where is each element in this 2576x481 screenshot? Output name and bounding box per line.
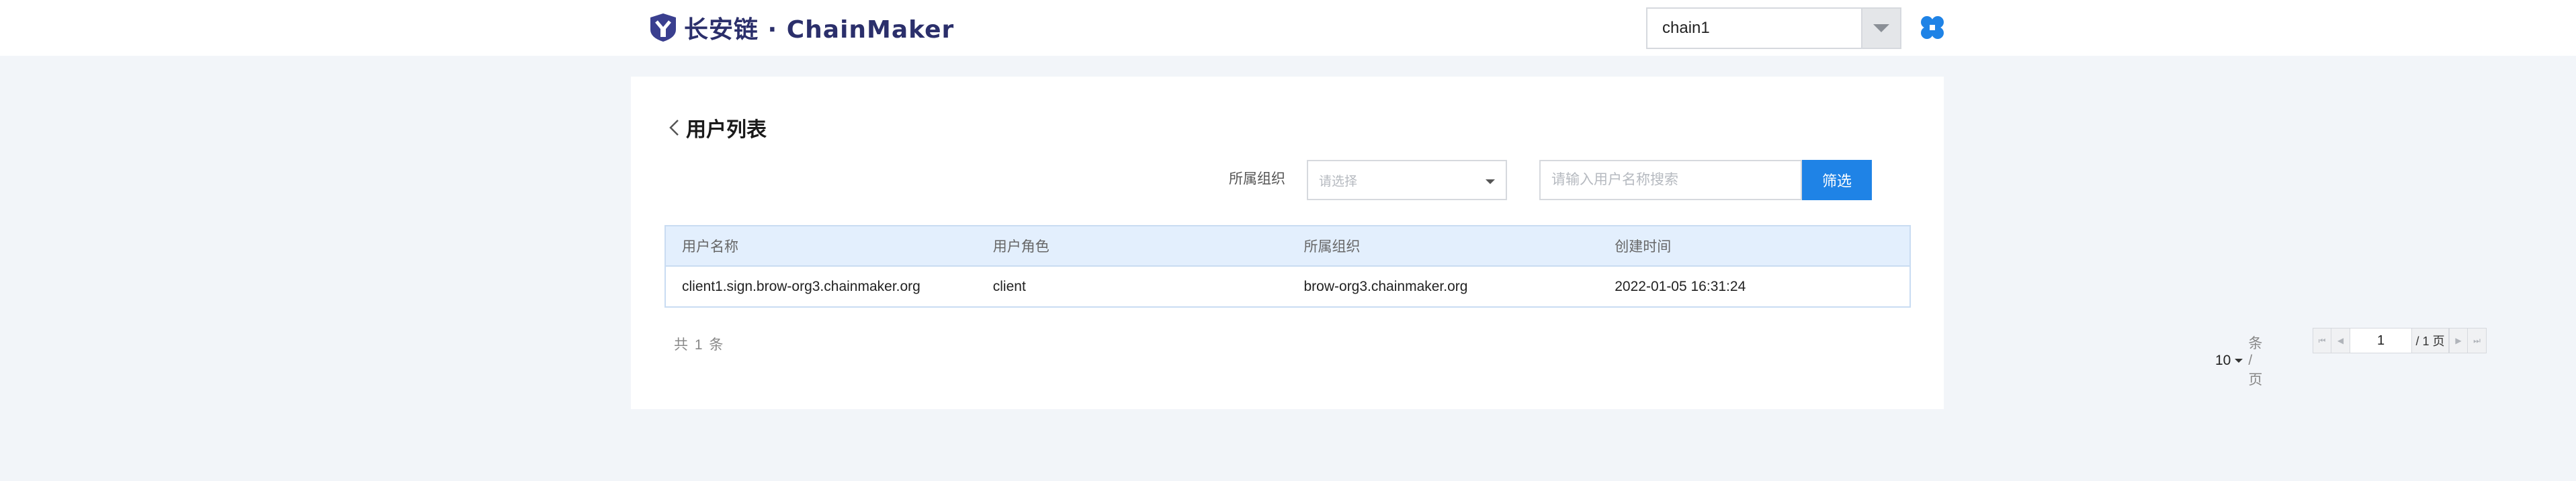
- page-size-unit: 条 / 页: [2248, 336, 2263, 388]
- column-header-created: 创建时间: [1615, 239, 1672, 255]
- table-header: 用户名称 用户角色 所属组织 创建时间: [666, 226, 1909, 267]
- prev-page-icon[interactable]: ◀: [2331, 328, 2350, 353]
- total-pages: / 1 页: [2411, 328, 2449, 353]
- chainmaker-logo-icon: [650, 13, 676, 42]
- user-list-panel: 用户列表 所属组织 请选择 筛选 用户名称 用户角色 所属组织 创建时间 cli…: [631, 77, 2487, 409]
- caret-down-icon: [2235, 359, 2243, 363]
- next-page-icon[interactable]: ▶: [2449, 328, 2468, 353]
- top-bar: 长安链 · ChainMaker chain1: [0, 0, 2576, 56]
- column-header-role: 用户角色: [992, 239, 1049, 255]
- table-row[interactable]: client1.sign.brow-org3.chainmaker.org cl…: [666, 267, 1909, 306]
- cell-username: client1.sign.brow-org3.chainmaker.org: [682, 278, 920, 294]
- user-search-input[interactable]: [1539, 160, 1802, 200]
- cell-role: client: [992, 278, 1026, 294]
- pagination: ⏮ ◀ / 1 页 ▶ ⏭: [2313, 328, 2487, 353]
- cell-org: brow-org3.chainmaker.org: [1303, 278, 1468, 294]
- last-page-icon[interactable]: ⏭: [2468, 328, 2487, 353]
- page-size-select[interactable]: 10 条 / 页: [2215, 333, 2262, 389]
- four-leaf-icon[interactable]: [1920, 15, 1945, 40]
- chain-select[interactable]: chain1: [1646, 7, 1901, 49]
- back-button[interactable]: 用户列表: [667, 113, 767, 142]
- org-filter-label: 所属组织: [1229, 171, 1285, 187]
- logo-text: 长安链 · ChainMaker: [684, 16, 955, 44]
- page-title: 用户列表: [686, 119, 767, 141]
- chain-select-toggle[interactable]: [1861, 9, 1900, 48]
- column-header-username: 用户名称: [682, 239, 738, 255]
- first-page-icon[interactable]: ⏮: [2313, 328, 2331, 353]
- page-size-value: 10: [2215, 353, 2231, 368]
- total-count: 共 1 条: [674, 337, 725, 353]
- chevron-left-icon: [669, 120, 679, 136]
- logo[interactable]: 长安链 · ChainMaker: [648, 12, 955, 44]
- org-select-placeholder: 请选择: [1319, 174, 1358, 189]
- column-header-org: 所属组织: [1303, 239, 1361, 255]
- page-number-input[interactable]: [2350, 328, 2411, 353]
- org-select[interactable]: 请选择: [1307, 160, 1507, 200]
- chain-select-value: chain1: [1662, 19, 1710, 37]
- cell-created-time: 2022-01-05 16:31:24: [1615, 278, 1746, 294]
- caret-down-icon: [1486, 179, 1495, 184]
- chevron-down-icon: [1873, 24, 1889, 32]
- user-table: 用户名称 用户角色 所属组织 创建时间 client1.sign.brow-or…: [664, 225, 1911, 308]
- filter-button[interactable]: 筛选: [1802, 160, 1872, 200]
